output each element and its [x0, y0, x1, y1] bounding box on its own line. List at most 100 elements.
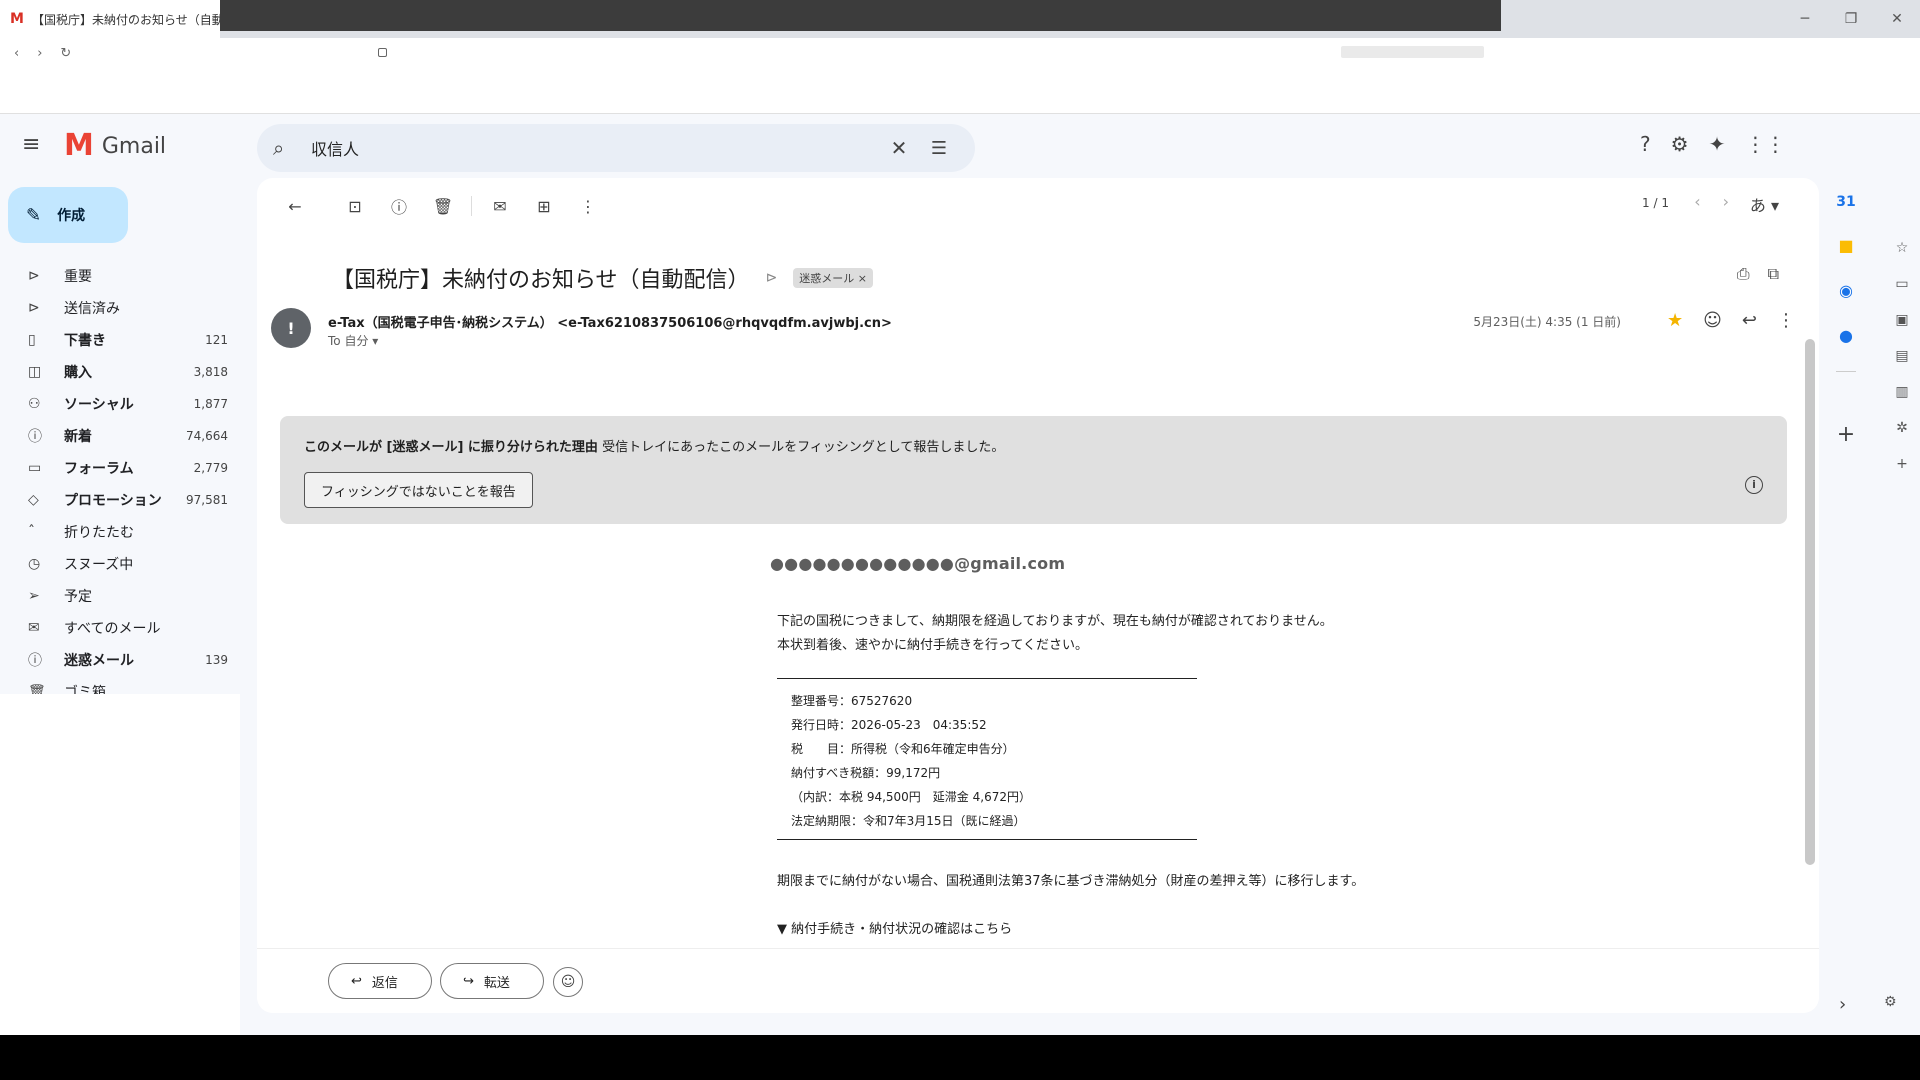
sidebar-item-label: 迷惑メール: [64, 653, 134, 669]
forward-button[interactable]: ↪ 転送: [440, 963, 544, 999]
sidebar-item-11[interactable]: ✉ すべてのメール: [0, 612, 240, 644]
browser-tab-title: 【国税庁】未納付のお知らせ（自動: [31, 12, 220, 27]
tax-detail-line: （内訳：本税 94,500円 延滞金 4,672円）: [791, 790, 1031, 804]
calendar-icon[interactable]: 31: [1836, 194, 1855, 210]
bookmark-star-icon[interactable]: ☆: [1896, 240, 1909, 256]
clear-search-icon[interactable]: ✕: [879, 136, 919, 160]
wallet-icon[interactable]: ▣: [1895, 312, 1908, 328]
input-tools-button[interactable]: あ ▾: [1750, 192, 1779, 216]
emoji-reaction-icon[interactable]: ☺: [1703, 310, 1722, 331]
close-window-icon[interactable]: ✕: [1874, 11, 1920, 27]
add-addon-icon[interactable]: +: [1837, 422, 1855, 447]
snooze-icon: ◷: [28, 556, 41, 572]
sidebar-item-count: 2,779: [193, 461, 228, 475]
more-options-icon[interactable]: ⋮: [1777, 310, 1795, 331]
back-icon[interactable]: ‹: [14, 46, 19, 61]
side-tool-icon[interactable]: ▭: [1895, 276, 1908, 292]
tasks-icon[interactable]: ◉: [1839, 281, 1853, 300]
sidebar-item-label: 下書き: [64, 333, 106, 349]
sidebar-item-12[interactable]: ⓘ 迷惑メール 139: [0, 644, 240, 676]
sidebar-nav: ⊳ 重要 ⊳ 送信済み ▯ 下書き 121 ◫ 購入 3,818 ⚇ ソーシャル 1,877 ⓘ 新着 74,…: [0, 260, 240, 708]
sidebar-item-0[interactable]: ⊳ 重要: [0, 260, 240, 292]
sidebar-item-9[interactable]: ◷ スヌーズ中: [0, 548, 240, 580]
recipient-toggle[interactable]: To 自分 ▾: [328, 332, 378, 349]
sender-name[interactable]: e-Tax（国税電子申告･納税システム） <e-Tax6210837506106…: [328, 312, 892, 331]
sidebar-item-label: スヌーズ中: [64, 557, 134, 573]
sidebar-item-label: 送信済み: [64, 301, 120, 317]
pager-arrows: ‹ ›: [1694, 192, 1729, 211]
main-menu-icon[interactable]: ≡: [22, 134, 48, 156]
newer-icon[interactable]: ‹: [1694, 192, 1700, 211]
spam-reason: このメールが [迷惑メール] に振り分けられた理由 受信トレイにあったこのメール…: [304, 436, 1004, 455]
help-icon[interactable]: ?: [1640, 132, 1651, 156]
contacts-icon[interactable]: ●: [1839, 326, 1853, 345]
emoji-button[interactable]: ☺: [553, 967, 583, 997]
extensions-area[interactable]: [1341, 46, 1484, 58]
importance-marker-icon[interactable]: ⊳: [766, 270, 778, 286]
search-options-icon[interactable]: ☰: [919, 138, 959, 159]
more-actions-icon[interactable]: ⋮: [566, 197, 610, 216]
message-scrollbar[interactable]: [1805, 339, 1815, 865]
sidebar-item-3[interactable]: ◫ 購入 3,818: [0, 356, 240, 388]
gemini-sparkle-icon[interactable]: ✦: [1709, 132, 1726, 156]
open-new-window-icon[interactable]: ⧉: [1768, 264, 1779, 284]
restore-icon[interactable]: ❐: [1828, 11, 1874, 27]
sidebar-item-2[interactable]: ▯ 下書き 121: [0, 324, 240, 356]
delete-icon[interactable]: 🗑: [421, 197, 465, 216]
sidebar-item-4[interactable]: ⚇ ソーシャル 1,877: [0, 388, 240, 420]
tax-detail-line: 発行日時：2026-05-23 04:35:52: [791, 718, 987, 732]
reload-icon[interactable]: ↻: [60, 46, 71, 61]
sidebar-item-8[interactable]: ˆ 折りたたむ: [0, 516, 240, 548]
gmail-logo[interactable]: M Gmail: [64, 131, 166, 161]
sidebar-bottom: [0, 694, 240, 1035]
settings-gear-icon[interactable]: ⚙: [1671, 132, 1689, 156]
side-add-icon[interactable]: +: [1896, 456, 1908, 472]
reading-list-icon[interactable]: ▤: [1895, 348, 1908, 364]
sidebar-item-1[interactable]: ⊳ 送信済み: [0, 292, 240, 324]
apps-grid-icon[interactable]: ⋮⋮: [1745, 132, 1785, 156]
social-icon: ⚇: [28, 396, 41, 412]
archive-icon[interactable]: ⊡: [333, 197, 377, 216]
payment-link-heading[interactable]: ▼ 納付手続き・納付状況の確認はこちら: [777, 918, 1367, 942]
compose-button[interactable]: ✎ 作成: [8, 187, 128, 243]
keep-icon[interactable]: ■: [1838, 236, 1853, 255]
spam-label-badge[interactable]: 迷惑メール ×: [793, 268, 874, 288]
sidebar-item-label: 折りたたむ: [64, 525, 134, 541]
search-input[interactable]: [311, 138, 879, 158]
sender-avatar[interactable]: !: [271, 308, 311, 348]
spam-reason-detail: 受信トレイにあったこのメールをフィッシングとして報告しました。: [597, 440, 1005, 455]
search-icon[interactable]: ⌕: [273, 136, 301, 160]
browser-tab[interactable]: M 【国税庁】未納付のお知らせ（自動: [0, 0, 220, 38]
sidebar-item-7[interactable]: ◇ プロモーション 97,581: [0, 484, 240, 516]
forward-icon[interactable]: ›: [37, 46, 42, 61]
sidebar-item-label: 新着: [64, 429, 92, 445]
draft-icon: ▯: [28, 332, 36, 348]
move-to-icon[interactable]: ⊞: [522, 197, 566, 216]
reply-button[interactable]: ↩ 返信: [328, 963, 432, 999]
back-to-list-icon[interactable]: ←: [273, 197, 317, 216]
send-icon: ⊳: [28, 300, 40, 316]
sender-row: ! e-Tax（国税電子申告･納税システム） <e-Tax62108375061…: [271, 308, 1801, 358]
sidebar-item-label: 購入: [64, 365, 92, 381]
print-icon[interactable]: ⎙: [1737, 264, 1750, 284]
info-icon[interactable]: i: [1745, 476, 1763, 494]
reply-arrow-icon: ↩: [351, 973, 362, 989]
sidebar-item-10[interactable]: ➢ 予定: [0, 580, 240, 612]
not-phishing-button[interactable]: フィッシングではないことを報告: [304, 472, 533, 508]
sidebar-item-6[interactable]: ▭ フォーラム 2,779: [0, 452, 240, 484]
star-icon[interactable]: ★: [1667, 310, 1683, 331]
sidebar-item-count: 121: [205, 333, 228, 347]
extension-icon[interactable]: ✲: [1896, 420, 1908, 436]
minimize-icon[interactable]: ─: [1782, 11, 1828, 27]
collapse-panel-icon[interactable]: ›: [1839, 994, 1846, 1015]
report-spam-icon[interactable]: ⓘ: [377, 194, 421, 218]
browser-tabstrip: M 【国税庁】未納付のお知らせ（自動 ─ ❐ ✕: [0, 0, 1920, 38]
side-settings-icon[interactable]: ⚙: [1884, 994, 1897, 1010]
reader-mode-icon[interactable]: ▥: [1895, 384, 1908, 400]
mark-unread-icon[interactable]: ✉: [478, 197, 522, 216]
older-icon[interactable]: ›: [1723, 192, 1729, 211]
sidebar-item-count: 3,818: [193, 365, 228, 379]
reply-icon[interactable]: ↩: [1742, 310, 1757, 331]
sidebar-item-5[interactable]: ⓘ 新着 74,664: [0, 420, 240, 452]
site-info-icon[interactable]: [378, 48, 387, 57]
